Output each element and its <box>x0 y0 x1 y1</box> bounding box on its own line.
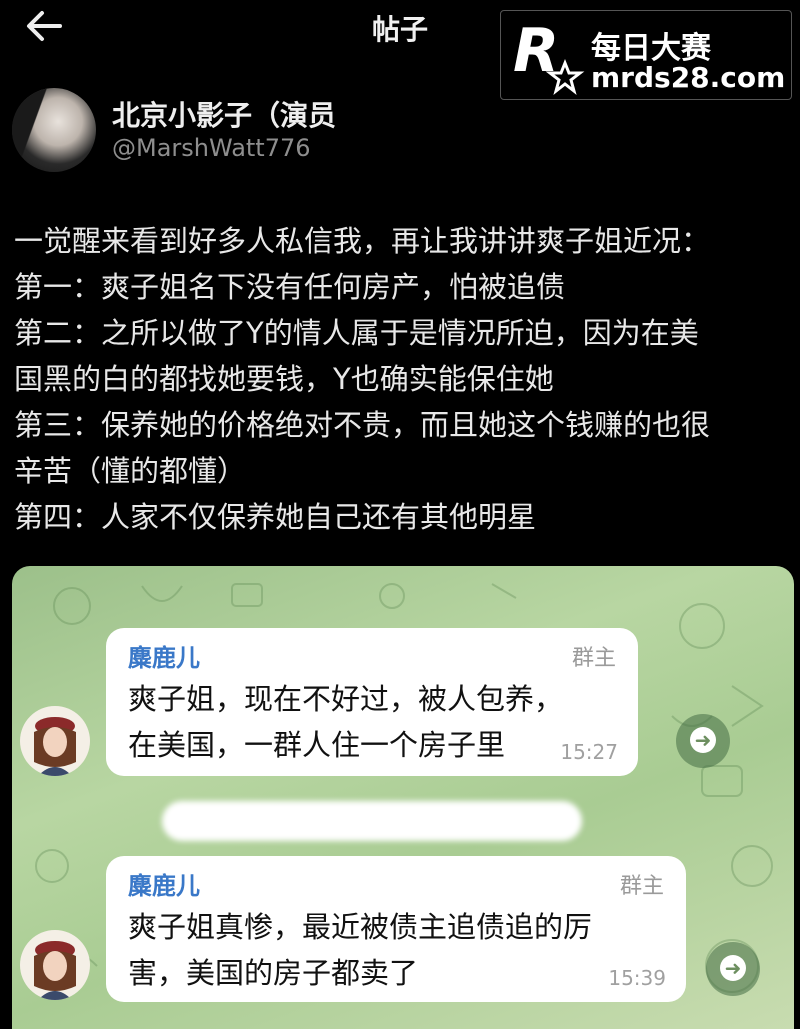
redacted-message <box>162 801 582 841</box>
sender-role-badge: 群主 <box>571 646 616 671</box>
message-sender[interactable]: 麋鹿儿 <box>128 866 200 901</box>
user-avatar[interactable] <box>20 930 90 1000</box>
post-line: 第四：人家不仅保养她自己还有其他明星 <box>14 500 537 534</box>
post-line: 第一：爽子姐名下没有任何房产，怕被追债 <box>14 270 566 304</box>
post-author[interactable]: 北京小影子（演员 @MarshWatt776 <box>0 80 800 180</box>
user-avatar[interactable] <box>20 706 90 776</box>
avatar-illustration-icon <box>34 941 76 1000</box>
message-line: 爽子姐真惨，最近被债主追债追的厉 <box>128 910 593 944</box>
author-name[interactable]: 北京小影子（演员 <box>112 94 336 134</box>
message-text: 爽子姐，现在不好过，被人包养， 在美国，一群人住一个房子里 <box>128 676 563 768</box>
sender-role-badge: 群主 <box>619 874 664 899</box>
forward-arrow-icon: ➜ <box>690 727 716 753</box>
message-text: 爽子姐真惨，最近被债主追债追的厉 害，美国的房子都卖了 <box>128 904 592 996</box>
forward-button[interactable]: ➜ <box>706 942 760 996</box>
post-line: 国黑的白的都找她要钱，Y也确实能保住她 <box>14 362 554 396</box>
message-line: 在美国，一群人住一个房子里 <box>128 728 506 762</box>
avatar-illustration-icon <box>34 717 76 776</box>
message-bubble[interactable]: 麋鹿儿 群主 爽子姐，现在不好过，被人包养， 在美国，一群人住一个房子里 15:… <box>106 628 638 776</box>
author-handle: @MarshWatt776 <box>112 134 311 162</box>
author-avatar[interactable] <box>12 88 96 172</box>
forward-button[interactable]: ➜ <box>676 714 730 768</box>
post-line: 一觉醒来看到好多人私信我，再让我讲讲爽子姐近况： <box>14 224 711 258</box>
message-bubble[interactable]: 麋鹿儿 群主 爽子姐真惨，最近被债主追债追的厉 害，美国的房子都卖了 15:39 <box>106 856 686 1002</box>
message-time: 15:39 <box>608 966 666 990</box>
message-sender[interactable]: 麋鹿儿 <box>128 638 200 673</box>
message-time: 15:27 <box>560 740 618 764</box>
forward-arrow-icon: ➜ <box>720 955 746 981</box>
post-body: 一觉醒来看到好多人私信我，再让我讲讲爽子姐近况： 第一：爽子姐名下没有任何房产，… <box>14 218 794 540</box>
post-line: 第二：之所以做了Y的情人属于是情况所迫，因为在美 <box>14 316 699 350</box>
chat-screenshot-image[interactable]: 麋鹿儿 群主 爽子姐，现在不好过，被人包养， 在美国，一群人住一个房子里 15:… <box>12 566 794 1029</box>
post-line: 辛苦（懂的都懂） <box>14 454 247 488</box>
post-line: 第三：保养她的价格绝对不贵，而且她这个钱赚的也很 <box>14 408 711 442</box>
message-line: 害，美国的房子都卖了 <box>128 956 419 990</box>
message-line: 爽子姐，现在不好过，被人包养， <box>128 682 564 716</box>
